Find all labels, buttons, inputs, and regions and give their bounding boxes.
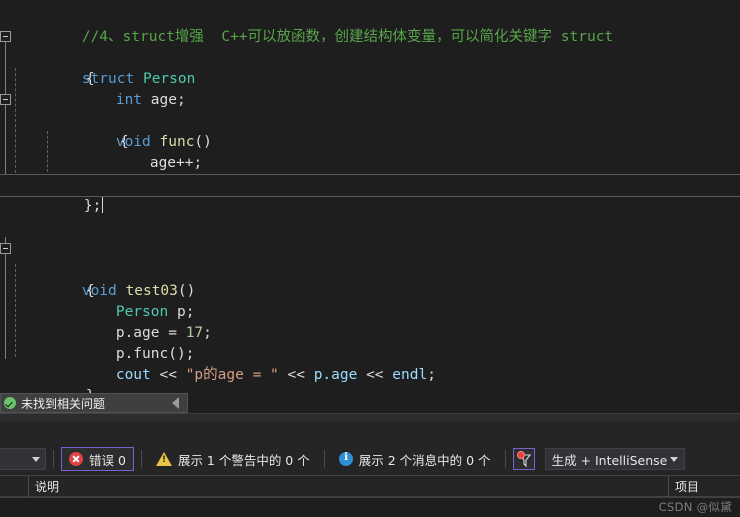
filter-funnel-icon[interactable] bbox=[512, 448, 535, 470]
quick-action-label: 未找到相关问题 bbox=[21, 396, 106, 411]
code-line-blank-1[interactable] bbox=[0, 197, 740, 218]
funnel-active-dot bbox=[516, 451, 525, 459]
code-line-open-brace-test03[interactable]: { bbox=[0, 260, 740, 299]
column-header-project[interactable]: 项目 bbox=[668, 476, 740, 497]
info-icon bbox=[338, 452, 353, 466]
triangle-left-icon[interactable] bbox=[172, 397, 179, 409]
code-line-cout[interactable]: cout << "p的age = " << p.age << endl; bbox=[0, 344, 740, 383]
quick-action-tooltip[interactable]: 未找到相关问题 bbox=[0, 393, 188, 413]
toolbar-separator-4 bbox=[504, 450, 506, 468]
code-content[interactable]: //4、struct增强 C++可以放函数，创建结构体变量，可以简化关键字 st… bbox=[0, 0, 740, 398]
filter-warnings-label: 展示 1 个警告中的 0 个 bbox=[177, 452, 310, 468]
filter-messages-label: 展示 2 个消息中的 0 个 bbox=[358, 452, 491, 468]
code-line-open-brace-func[interactable]: { bbox=[0, 111, 740, 150]
csdn-watermark: CSDN @似黛 bbox=[658, 500, 732, 514]
code-line-comment-1[interactable]: //4、struct增强 C++可以放函数，创建结构体变量，可以简化关键字 st… bbox=[0, 6, 740, 45]
chevron-down-icon-2 bbox=[669, 456, 678, 462]
build-scope-dropdown[interactable]: 生成 + IntelliSense bbox=[544, 448, 685, 470]
toolbar-separator-2 bbox=[140, 450, 142, 468]
fold-toggle-func[interactable] bbox=[0, 94, 11, 105]
quick-action-strip: 未找到相关问题 bbox=[0, 393, 740, 413]
filter-messages-button[interactable]: 展示 2 个消息中的 0 个 bbox=[332, 447, 498, 471]
error-icon bbox=[69, 452, 83, 466]
code-line-age-increment[interactable]: age++; bbox=[0, 132, 740, 171]
code-line-test03-decl[interactable]: void test03() bbox=[0, 239, 740, 299]
error-list-panel: 错误 0 展示 1 个警告中的 0 个 展示 2 个消息中的 0 个 生 bbox=[0, 421, 740, 517]
filter-errors-label: 错误 0 bbox=[89, 452, 126, 468]
warning-icon bbox=[155, 452, 172, 466]
code-line-close-test03[interactable]: } bbox=[0, 365, 740, 398]
toolbar-separator-3 bbox=[323, 450, 325, 468]
code-line-struct-decl[interactable]: struct Person bbox=[0, 27, 740, 87]
error-list-rows[interactable] bbox=[0, 497, 740, 517]
visual-studio-window: //4、struct增强 C++可以放函数，创建结构体变量，可以简化关键字 st… bbox=[0, 0, 740, 517]
code-line-person-decl[interactable]: Person p; bbox=[0, 281, 740, 320]
fold-toggle-test03[interactable] bbox=[0, 243, 11, 254]
code-line-assign-age[interactable]: p.age = 17; bbox=[0, 302, 740, 341]
code-line-close-struct-current[interactable]: }; bbox=[0, 174, 740, 214]
code-line-member-age[interactable]: int age; bbox=[0, 69, 740, 108]
filter-warnings-button[interactable]: 展示 1 个警告中的 0 个 bbox=[149, 447, 317, 471]
build-scope-value: 生成 + IntelliSense bbox=[551, 452, 668, 468]
code-editor[interactable]: //4、struct增强 C++可以放函数，创建结构体变量，可以简化关键字 st… bbox=[0, 0, 740, 398]
toolbar-separator-1 bbox=[53, 450, 54, 468]
green-check-icon bbox=[4, 397, 16, 409]
chevron-down-icon bbox=[32, 456, 40, 462]
panel-splitter[interactable] bbox=[0, 413, 740, 421]
code-line-close-brace-func[interactable]: } bbox=[0, 153, 740, 192]
code-line-method-func[interactable]: void func() bbox=[0, 90, 740, 150]
fold-toggle-struct[interactable] bbox=[0, 31, 11, 42]
code-line-open-brace-struct[interactable]: { bbox=[0, 48, 740, 87]
filter-errors-button[interactable]: 错误 0 bbox=[61, 447, 134, 471]
scope-dropdown[interactable] bbox=[0, 448, 46, 470]
column-header-description[interactable]: 说明 bbox=[28, 476, 668, 497]
code-line-call-func[interactable]: p.func(); bbox=[0, 323, 740, 362]
error-list-toolbar: 错误 0 展示 1 个警告中的 0 个 展示 2 个消息中的 0 个 生 bbox=[0, 445, 740, 473]
code-line-blank-2[interactable] bbox=[0, 218, 740, 239]
error-list-column-headers: 说明 项目 bbox=[0, 475, 740, 497]
